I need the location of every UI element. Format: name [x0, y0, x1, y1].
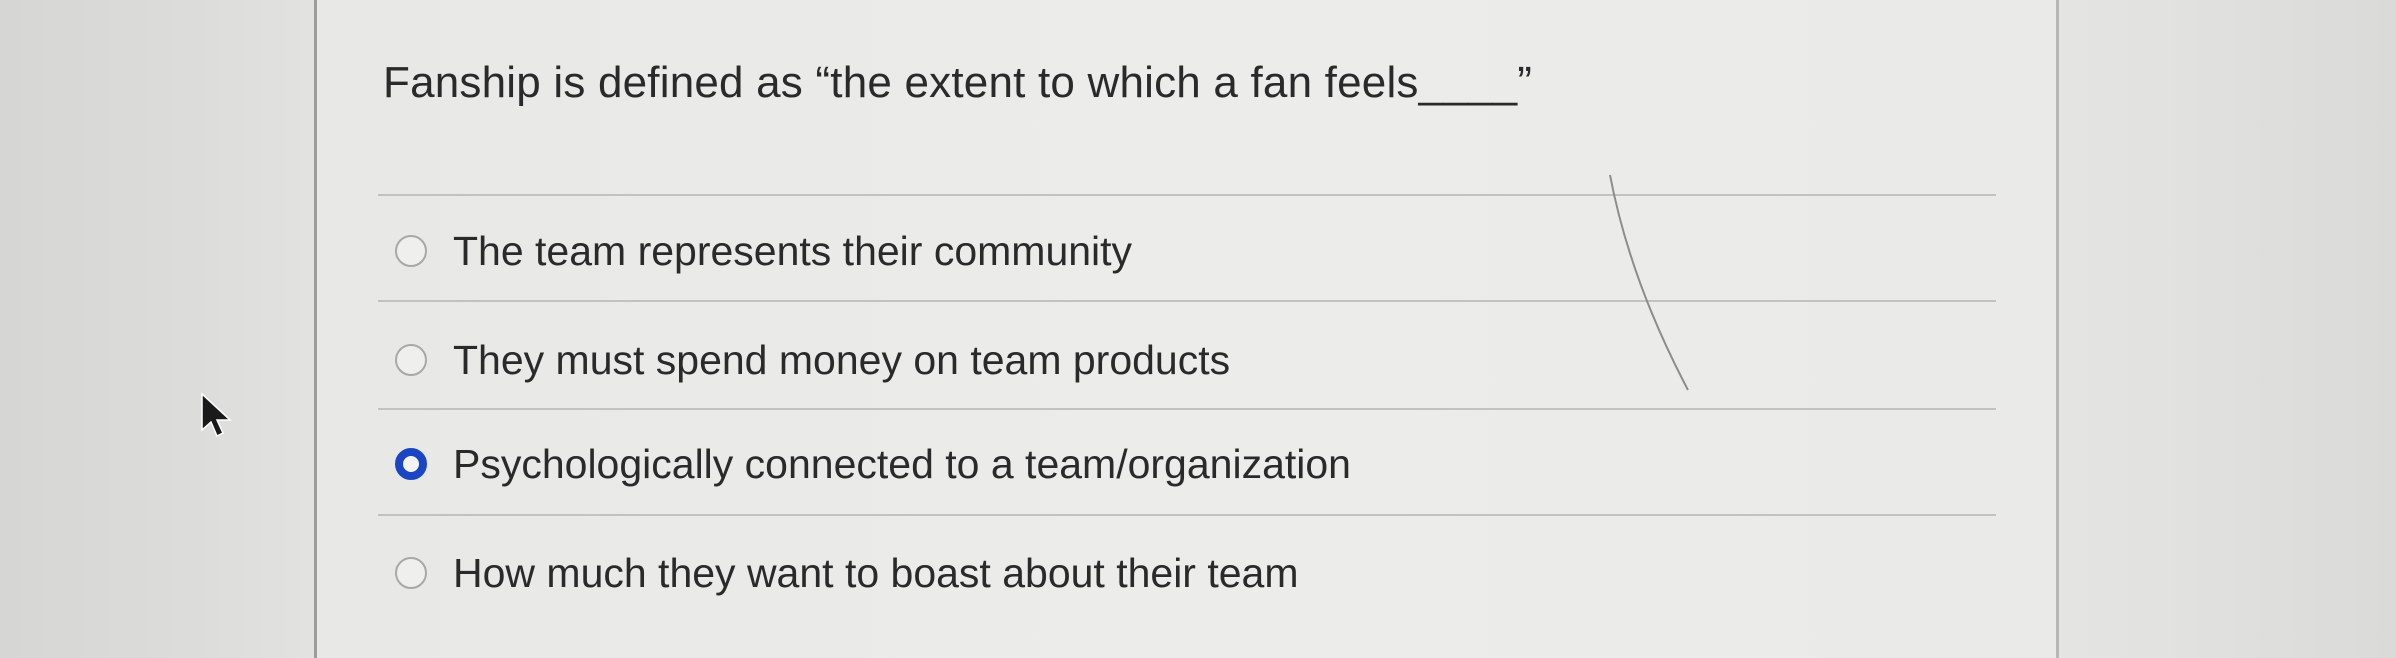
divider — [378, 194, 1996, 196]
divider — [378, 408, 1996, 410]
radio-filled-icon[interactable] — [395, 448, 427, 480]
answer-option-1[interactable]: The team represents their community — [395, 221, 1132, 281]
radio-empty-icon[interactable] — [395, 344, 427, 376]
question-prompt: Fanship is defined as “the extent to whi… — [383, 58, 1533, 107]
answer-option-3[interactable]: Psychologically connected to a team/orga… — [395, 434, 1351, 494]
answer-option-4[interactable]: How much they want to boast about their … — [395, 543, 1299, 603]
radio-empty-icon[interactable] — [395, 557, 427, 589]
answer-option-label: Psychologically connected to a team/orga… — [453, 440, 1351, 487]
panel-right-border — [2056, 0, 2059, 658]
screen-glare-line — [1609, 174, 1689, 391]
answer-option-2[interactable]: They must spend money on team products — [395, 330, 1230, 390]
radio-empty-icon[interactable] — [395, 235, 427, 267]
answer-option-label: How much they want to boast about their … — [453, 549, 1299, 596]
divider — [378, 300, 1996, 302]
mouse-pointer-icon — [201, 392, 232, 438]
answer-option-label: They must spend money on team products — [453, 336, 1231, 383]
answer-option-label: The team represents their community — [453, 227, 1133, 274]
divider — [378, 514, 1996, 516]
